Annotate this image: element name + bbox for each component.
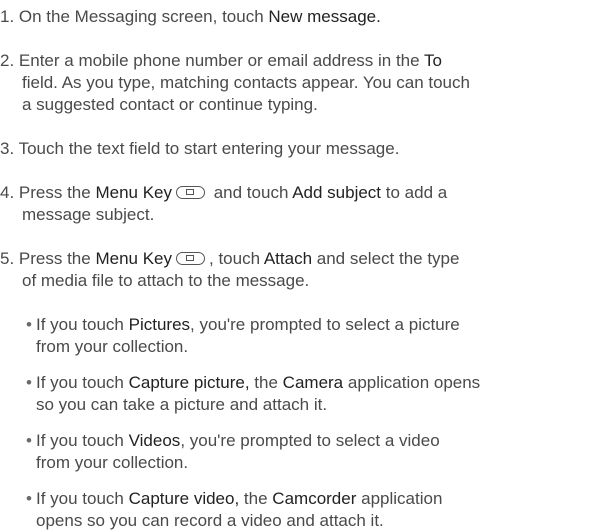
step-text: Press the [14,183,96,202]
bullet-icon: • [26,315,32,334]
step-3: 3. Touch the text field to start enterin… [0,138,399,160]
bullet-text: application [356,489,443,508]
menu-key-icon [176,252,205,265]
capture-video-label: Capture video, [128,489,240,508]
step-text: message subject. [22,205,155,224]
bullet-text: the [239,489,273,508]
attach-label: Attach [263,249,313,268]
step-text: Touch the text field to start entering y… [14,139,400,158]
step-text: Enter a mobile phone number or email add… [14,51,424,70]
step-1: 1. On the Messaging screen, touch New me… [0,6,381,28]
capture-picture-label: Capture picture, [128,373,250,392]
step-5: 5. Press the Menu Key , touch Attach and … [0,248,459,292]
camera-label: Camera [282,373,344,392]
bullet-text: If you touch [36,315,129,334]
step-number: 4. [0,183,15,202]
menu-key-label: Menu Key [95,183,172,202]
step-text: , touch [209,249,264,268]
bullet-text: If you touch [36,373,129,392]
step-number: 5. [0,249,15,268]
bullet-icon: • [26,373,32,392]
bullet-text: application opens [343,373,481,392]
step-number: 2. [0,51,15,70]
bullet-text: If you touch [36,489,129,508]
bullet-text: , you're prompted to select a video [180,431,440,450]
bullet-text: opens so you can record a video and atta… [36,511,384,530]
bullet-icon: • [26,489,32,508]
step-text: of media file to attach to the message. [22,271,310,290]
step-text: field. As you type, matching contacts ap… [22,73,470,92]
step-text: Press the [14,249,96,268]
instructions-document: 1. On the Messaging screen, touch New me… [0,0,591,531]
bullet-icon: • [26,431,32,450]
step-number: 1. [0,7,15,26]
bullet-text: from your collection. [36,337,189,356]
bullet-text: so you can take a picture and attach it. [36,395,328,414]
step-text: a suggested contact or continue typing. [22,95,318,114]
step-text: On the Messaging screen, touch [14,7,269,26]
menu-key-icon [176,186,205,199]
bullet-text: from your collection. [36,453,189,472]
videos-label: Videos [128,431,181,450]
camcorder-label: Camcorder [272,489,357,508]
bullet-videos: • If you touch Videos, you're prompted to… [0,430,440,474]
to-field-label: To [424,51,442,70]
new-message-label: New message. [268,7,381,26]
pictures-label: Pictures [128,315,191,334]
bullet-capture-picture: • If you touch Capture picture, the Camer… [0,372,480,416]
menu-key-label: Menu Key [95,249,172,268]
step-2: 2. Enter a mobile phone number or email … [0,50,470,116]
step-4: 4. Press the Menu Key and touch Add subj… [0,182,447,226]
bullet-text: , you're prompted to select a picture [190,315,460,334]
step-number: 3. [0,139,15,158]
step-text: and select the type [312,249,460,268]
step-text: and touch [209,183,293,202]
bullet-text: the [249,373,283,392]
bullet-text: If you touch [36,431,129,450]
step-text: to add a [381,183,448,202]
bullet-pictures: • If you touch Pictures, you're prompted … [0,314,460,358]
bullet-capture-video: • If you touch Capture video, the Camcord… [0,488,442,532]
add-subject-label: Add subject [292,183,382,202]
